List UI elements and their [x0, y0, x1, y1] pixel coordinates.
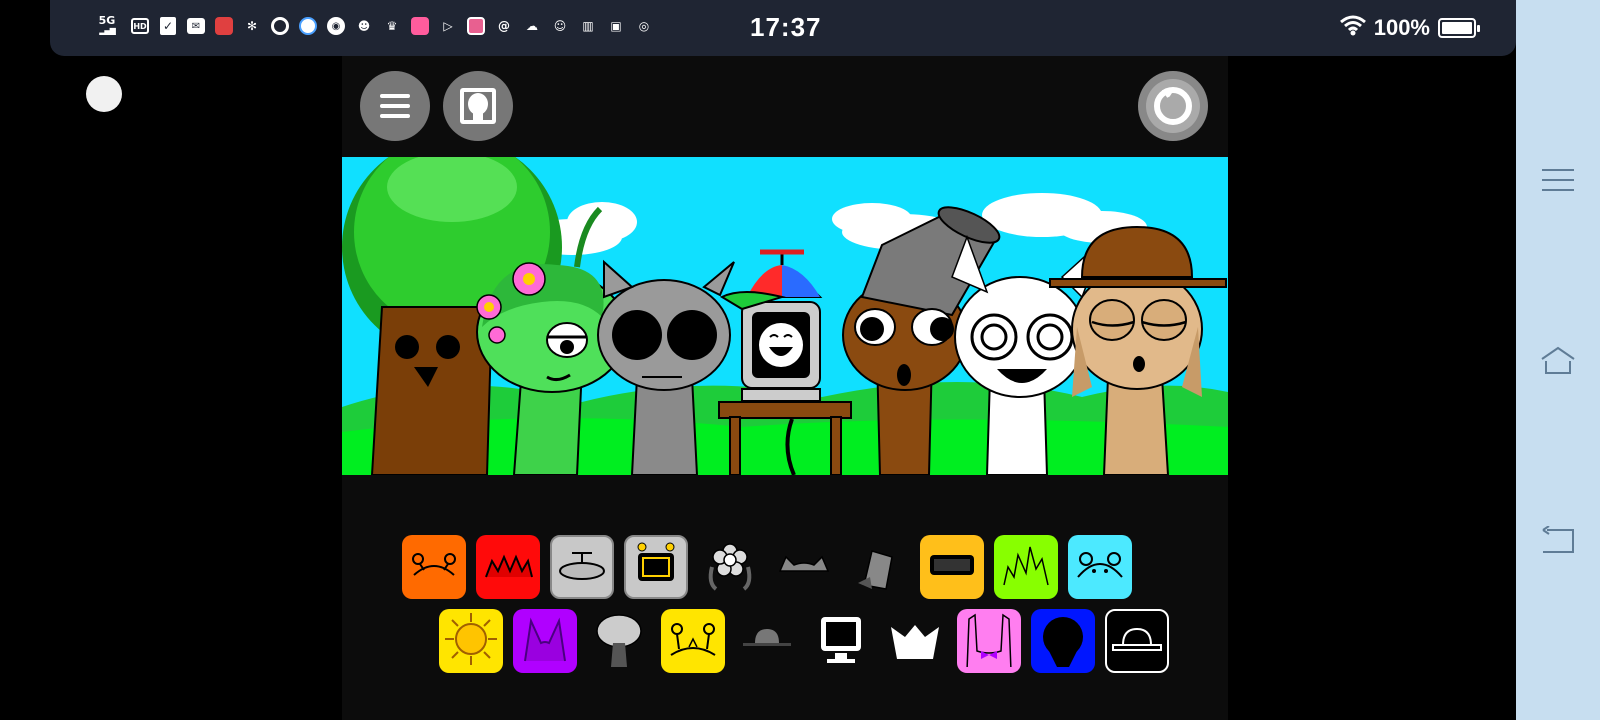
palette-yellow-sun[interactable]	[439, 609, 503, 673]
pinwheel-icon: ✻	[246, 19, 258, 33]
navigation-bar	[1516, 0, 1600, 720]
bucket-icon	[850, 537, 906, 598]
red-spikes-icon	[480, 537, 536, 598]
palette-lime-grass[interactable]	[994, 535, 1058, 599]
compass-icon: ◎	[638, 19, 650, 33]
purple-horns-icon	[517, 611, 573, 672]
yellow-antenna-icon	[665, 611, 721, 672]
book-icon: ▥	[582, 19, 594, 33]
palette-blue-hood[interactable]	[1031, 609, 1095, 673]
clock: 17:37	[750, 12, 822, 42]
palette-yellow-antenna[interactable]	[661, 609, 725, 673]
photo-icon: ▣	[610, 19, 622, 33]
character-button[interactable]	[443, 71, 513, 141]
mail-icon: ✉	[186, 15, 206, 37]
system-indicators: 100%	[1339, 14, 1480, 42]
menu-button[interactable]	[360, 71, 430, 141]
q-icon	[270, 15, 290, 37]
palette-mushroom[interactable]	[587, 609, 651, 673]
app-red-icon	[214, 15, 234, 37]
black-hat-icon	[1109, 611, 1165, 672]
battery-fill	[1442, 22, 1472, 34]
back-button[interactable]	[1540, 522, 1576, 558]
yellow-visor-icon	[924, 537, 980, 598]
palette-bucket[interactable]	[846, 535, 910, 599]
hd-icon: HD	[130, 15, 150, 37]
palette-red-spikes[interactable]	[476, 535, 540, 599]
app-pink-icon	[410, 15, 430, 37]
floating-assist-button[interactable]	[86, 76, 122, 112]
browser-icon	[298, 15, 318, 37]
blue-hood-icon	[1035, 611, 1091, 672]
mushroom-icon	[591, 611, 647, 672]
game-scene	[342, 157, 1228, 475]
palette-black-hat[interactable]	[1105, 609, 1169, 673]
network-label: 5G	[98, 14, 116, 27]
lime-grass-icon	[998, 537, 1054, 598]
play-icon: ▷	[443, 19, 453, 33]
check-icon: ✓	[158, 15, 178, 37]
palette-cyan-bear[interactable]	[1068, 535, 1132, 599]
menu-icon	[380, 94, 410, 118]
palette-cat-ears[interactable]	[772, 535, 836, 599]
gray-satellite-icon	[554, 537, 610, 598]
cat-ears-icon	[776, 537, 832, 598]
character-icon	[460, 88, 496, 124]
orange-antenna-icon	[406, 537, 462, 598]
palette-yellow-visor[interactable]	[920, 535, 984, 599]
game-area	[342, 56, 1228, 720]
status-bar: 5G ▂▄▆ HD ✓ ✉ ✻ ◉ ☻ ♛ ▷ @ ☁ ☺ ▥ ▣ ◎ 17:3…	[50, 0, 1516, 56]
voice-icon: ◉	[326, 15, 346, 37]
palette-pink-bow[interactable]	[957, 609, 1021, 673]
gray-computer-icon	[628, 537, 684, 598]
palette-gray-satellite[interactable]	[550, 535, 614, 599]
palette-gray-computer[interactable]	[624, 535, 688, 599]
yellow-sun-icon	[443, 611, 499, 672]
monitor-icon	[813, 611, 869, 672]
robot-icon: ☻	[357, 19, 371, 33]
network-icon: 5G ▂▄▆	[98, 14, 116, 35]
small-hat-icon	[739, 611, 795, 672]
palette-orange-antenna[interactable]	[402, 535, 466, 599]
palette-purple-horns[interactable]	[513, 609, 577, 673]
menu-lines-icon	[1542, 169, 1574, 191]
palette-flower[interactable]	[698, 535, 762, 599]
screen: 5G ▂▄▆ HD ✓ ✉ ✻ ◉ ☻ ♛ ▷ @ ☁ ☺ ▥ ▣ ◎ 17:3…	[0, 0, 1600, 720]
reset-button[interactable]	[1138, 71, 1208, 141]
battery-percent: 100%	[1373, 15, 1430, 40]
notification-icons: 5G ▂▄▆ HD ✓ ✉ ✻ ◉ ☻ ♛ ▷ @ ☁ ☺ ▥ ▣ ◎	[92, 15, 654, 37]
palette-monitor[interactable]	[809, 609, 873, 673]
wifi-icon	[1339, 14, 1366, 42]
cyan-bear-icon	[1072, 537, 1128, 598]
reset-icon	[1146, 79, 1200, 133]
crown-icon: ♛	[386, 19, 398, 33]
palette-white-crown[interactable]	[883, 609, 947, 673]
home-icon	[1541, 346, 1575, 374]
battery-icon	[1438, 18, 1480, 38]
recents-button[interactable]	[1540, 162, 1576, 198]
at-icon: @	[498, 19, 510, 33]
home-button[interactable]	[1540, 342, 1576, 378]
white-crown-icon	[887, 611, 943, 672]
back-icon	[1542, 526, 1574, 553]
flower-icon	[702, 537, 758, 598]
cloud-icon: ☁	[526, 19, 538, 33]
pink-bow-icon	[961, 611, 1017, 672]
palette-small-hat[interactable]	[735, 609, 799, 673]
app-blue-icon	[466, 15, 486, 37]
game-icon: ☺	[553, 19, 567, 33]
